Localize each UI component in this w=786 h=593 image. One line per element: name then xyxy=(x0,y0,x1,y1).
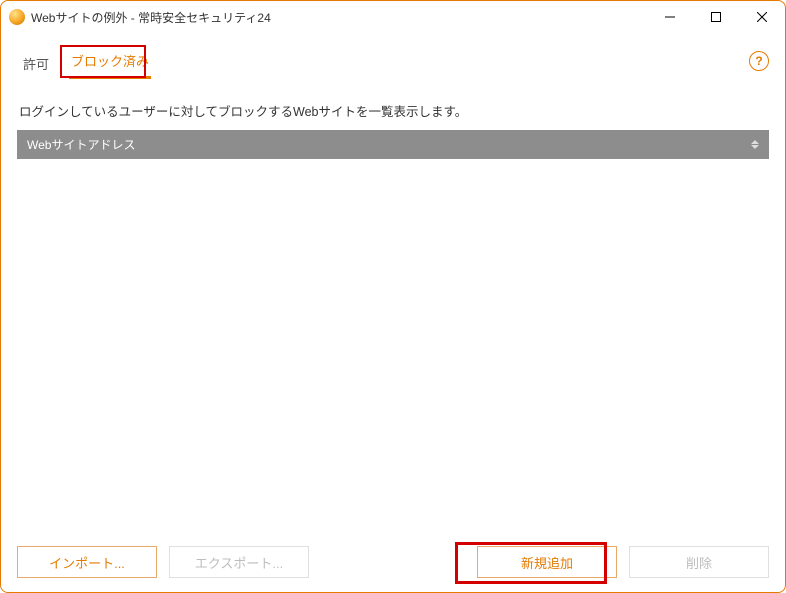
tab-allow[interactable]: 許可 xyxy=(21,50,51,79)
maximize-button[interactable] xyxy=(693,1,739,33)
help-icon: ? xyxy=(755,54,762,68)
import-button[interactable]: インポート... xyxy=(17,546,157,578)
minimize-button[interactable] xyxy=(647,1,693,33)
footer-buttons: インポート... エクスポート... 新規追加 削除 xyxy=(17,540,769,578)
column-website-address: Webサイトアドレス xyxy=(27,136,135,153)
titlebar: Webサイトの例外 - 常時安全セキュリティ24 xyxy=(1,1,785,33)
window-title: Webサイトの例外 - 常時安全セキュリティ24 xyxy=(31,9,647,26)
app-window: Webサイトの例外 - 常時安全セキュリティ24 許可 ブロック済み ? ログイ… xyxy=(0,0,786,593)
app-icon xyxy=(9,9,25,25)
description-text: ログインしているユーザーに対してブロックするWebサイトを一覧表示します。 xyxy=(17,101,769,120)
content-area: 許可 ブロック済み ? ログインしているユーザーに対してブロックするWebサイト… xyxy=(1,33,785,592)
add-button[interactable]: 新規追加 xyxy=(477,546,617,578)
maximize-icon xyxy=(711,12,721,22)
close-button[interactable] xyxy=(739,1,785,33)
export-button[interactable]: エクスポート... xyxy=(169,546,309,578)
tab-blocked[interactable]: ブロック済み xyxy=(69,47,151,79)
window-controls xyxy=(647,1,785,33)
close-icon xyxy=(757,12,767,22)
grid-body xyxy=(17,159,769,540)
spacer xyxy=(321,546,465,578)
tab-bar: 許可 ブロック済み xyxy=(17,51,769,79)
delete-button[interactable]: 削除 xyxy=(629,546,769,578)
grid-header[interactable]: Webサイトアドレス xyxy=(17,130,769,159)
sort-icon xyxy=(751,140,759,149)
help-button[interactable]: ? xyxy=(749,51,769,71)
minimize-icon xyxy=(665,12,675,22)
